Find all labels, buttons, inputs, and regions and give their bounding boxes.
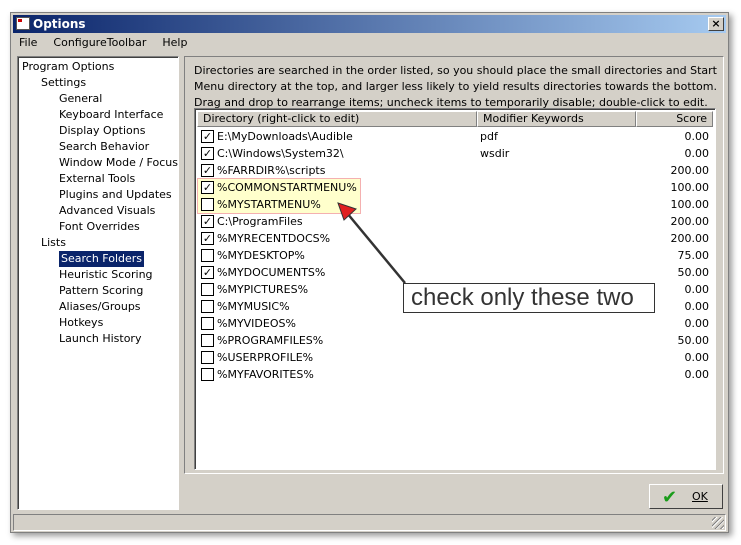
annotation-callout: check only these two — [403, 283, 655, 313]
arrow-line — [346, 212, 406, 284]
annotation-arrow — [337, 202, 406, 284]
arrow-head — [337, 202, 357, 221]
